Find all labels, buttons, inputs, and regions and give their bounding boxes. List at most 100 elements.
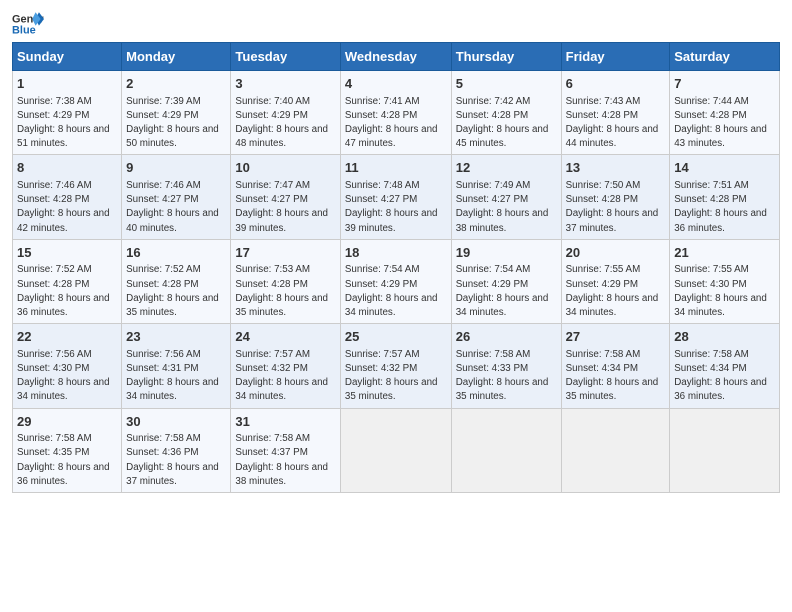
calendar-week-5: 29 Sunrise: 7:58 AMSunset: 4:35 PMDayligh… xyxy=(13,408,780,492)
day-number: 12 xyxy=(456,159,557,177)
day-header-friday: Friday xyxy=(561,43,670,71)
day-info: Sunrise: 7:52 AMSunset: 4:28 PMDaylight:… xyxy=(17,264,110,318)
calendar-cell xyxy=(670,408,780,492)
day-info: Sunrise: 7:51 AMSunset: 4:28 PMDaylight:… xyxy=(674,180,767,234)
calendar-cell: 3Sunrise: 7:40 AMSunset: 4:29 PMDaylight… xyxy=(231,71,340,155)
day-header-wednesday: Wednesday xyxy=(340,43,451,71)
day-number: 3 xyxy=(235,75,335,93)
day-number: 25 xyxy=(345,328,447,346)
day-number: 4 xyxy=(345,75,447,93)
day-info: Sunrise: 7:42 AMSunset: 4:28 PMDaylight:… xyxy=(456,96,549,150)
day-number: 10 xyxy=(235,159,335,177)
day-number: 7 xyxy=(674,75,775,93)
day-info: Sunrise: 7:46 AMSunset: 4:28 PMDaylight:… xyxy=(17,180,110,234)
day-number: 28 xyxy=(674,328,775,346)
day-info: Sunrise: 7:54 AMSunset: 4:29 PMDaylight:… xyxy=(456,264,549,318)
day-number: 21 xyxy=(674,244,775,262)
calendar-cell: 12 Sunrise: 7:49 AMSunset: 4:27 PMDayligh… xyxy=(451,155,561,239)
day-info: Sunrise: 7:58 AMSunset: 4:34 PMDaylight:… xyxy=(674,349,767,403)
calendar-cell: 11 Sunrise: 7:48 AMSunset: 4:27 PMDayligh… xyxy=(340,155,451,239)
day-info: Sunrise: 7:48 AMSunset: 4:27 PMDaylight:… xyxy=(345,180,438,234)
day-info: Sunrise: 7:46 AMSunset: 4:27 PMDaylight:… xyxy=(126,180,219,234)
day-header-monday: Monday xyxy=(122,43,231,71)
calendar-cell: 9Sunrise: 7:46 AMSunset: 4:27 PMDaylight… xyxy=(122,155,231,239)
calendar-cell: 16 Sunrise: 7:52 AMSunset: 4:28 PMDayligh… xyxy=(122,239,231,323)
day-info: Sunrise: 7:58 AMSunset: 4:35 PMDaylight:… xyxy=(17,433,110,487)
calendar-cell: 24 Sunrise: 7:57 AMSunset: 4:32 PMDayligh… xyxy=(231,324,340,408)
day-info: Sunrise: 7:44 AMSunset: 4:28 PMDaylight:… xyxy=(674,96,767,150)
calendar-cell xyxy=(451,408,561,492)
day-number: 31 xyxy=(235,413,335,431)
day-info: Sunrise: 7:55 AMSunset: 4:29 PMDaylight:… xyxy=(566,264,659,318)
calendar-cell: 20 Sunrise: 7:55 AMSunset: 4:29 PMDayligh… xyxy=(561,239,670,323)
day-info: Sunrise: 7:57 AMSunset: 4:32 PMDaylight:… xyxy=(345,349,438,403)
day-number: 18 xyxy=(345,244,447,262)
day-number: 30 xyxy=(126,413,226,431)
calendar-cell: 4Sunrise: 7:41 AMSunset: 4:28 PMDaylight… xyxy=(340,71,451,155)
svg-text:Blue: Blue xyxy=(12,24,36,36)
calendar-cell: 30Sunrise: 7:58 AMSunset: 4:36 PMDayligh… xyxy=(122,408,231,492)
day-number: 24 xyxy=(235,328,335,346)
day-info: Sunrise: 7:56 AMSunset: 4:31 PMDaylight:… xyxy=(126,349,219,403)
calendar-cell: 7 Sunrise: 7:44 AMSunset: 4:28 PMDaylight… xyxy=(670,71,780,155)
day-number: 14 xyxy=(674,159,775,177)
day-info: Sunrise: 7:52 AMSunset: 4:28 PMDaylight:… xyxy=(126,264,219,318)
day-header-thursday: Thursday xyxy=(451,43,561,71)
calendar-cell: 5 Sunrise: 7:42 AMSunset: 4:28 PMDaylight… xyxy=(451,71,561,155)
day-number: 29 xyxy=(17,413,117,431)
day-number: 11 xyxy=(345,159,447,177)
calendar-cell xyxy=(340,408,451,492)
day-number: 5 xyxy=(456,75,557,93)
calendar-week-4: 22Sunrise: 7:56 AMSunset: 4:30 PMDayligh… xyxy=(13,324,780,408)
calendar-cell xyxy=(561,408,670,492)
calendar-cell: 26 Sunrise: 7:58 AMSunset: 4:33 PMDayligh… xyxy=(451,324,561,408)
day-number: 27 xyxy=(566,328,666,346)
calendar-cell: 21Sunrise: 7:55 AMSunset: 4:30 PMDayligh… xyxy=(670,239,780,323)
day-info: Sunrise: 7:58 AMSunset: 4:34 PMDaylight:… xyxy=(566,349,659,403)
calendar-cell: 8Sunrise: 7:46 AMSunset: 4:28 PMDaylight… xyxy=(13,155,122,239)
logo-icon: General Blue xyxy=(12,10,44,38)
day-number: 17 xyxy=(235,244,335,262)
day-info: Sunrise: 7:57 AMSunset: 4:32 PMDaylight:… xyxy=(235,349,328,403)
calendar-body: 1 Sunrise: 7:38 AMSunset: 4:29 PMDaylight… xyxy=(13,71,780,493)
calendar-cell: 1 Sunrise: 7:38 AMSunset: 4:29 PMDaylight… xyxy=(13,71,122,155)
calendar-week-3: 15 Sunrise: 7:52 AMSunset: 4:28 PMDayligh… xyxy=(13,239,780,323)
day-number: 23 xyxy=(126,328,226,346)
day-number: 19 xyxy=(456,244,557,262)
day-number: 20 xyxy=(566,244,666,262)
calendar-cell: 29 Sunrise: 7:58 AMSunset: 4:35 PMDayligh… xyxy=(13,408,122,492)
day-info: Sunrise: 7:58 AMSunset: 4:37 PMDaylight:… xyxy=(235,433,328,487)
calendar-cell: 27 Sunrise: 7:58 AMSunset: 4:34 PMDayligh… xyxy=(561,324,670,408)
calendar-cell: 10 Sunrise: 7:47 AMSunset: 4:27 PMDayligh… xyxy=(231,155,340,239)
logo: General Blue xyxy=(12,10,44,38)
day-number: 26 xyxy=(456,328,557,346)
day-number: 16 xyxy=(126,244,226,262)
day-number: 22 xyxy=(17,328,117,346)
day-info: Sunrise: 7:53 AMSunset: 4:28 PMDaylight:… xyxy=(235,264,328,318)
day-header-saturday: Saturday xyxy=(670,43,780,71)
calendar-cell: 31 Sunrise: 7:58 AMSunset: 4:37 PMDayligh… xyxy=(231,408,340,492)
day-number: 15 xyxy=(17,244,117,262)
calendar-cell: 13Sunrise: 7:50 AMSunset: 4:28 PMDayligh… xyxy=(561,155,670,239)
day-number: 6 xyxy=(566,75,666,93)
calendar-table: SundayMondayTuesdayWednesdayThursdayFrid… xyxy=(12,42,780,493)
calendar-header: SundayMondayTuesdayWednesdayThursdayFrid… xyxy=(13,43,780,71)
day-header-sunday: Sunday xyxy=(13,43,122,71)
day-number: 2 xyxy=(126,75,226,93)
calendar-cell: 23 Sunrise: 7:56 AMSunset: 4:31 PMDayligh… xyxy=(122,324,231,408)
day-info: Sunrise: 7:50 AMSunset: 4:28 PMDaylight:… xyxy=(566,180,659,234)
day-info: Sunrise: 7:47 AMSunset: 4:27 PMDaylight:… xyxy=(235,180,328,234)
day-info: Sunrise: 7:38 AMSunset: 4:29 PMDaylight:… xyxy=(17,96,110,150)
day-info: Sunrise: 7:54 AMSunset: 4:29 PMDaylight:… xyxy=(345,264,438,318)
day-header-tuesday: Tuesday xyxy=(231,43,340,71)
day-info: Sunrise: 7:49 AMSunset: 4:27 PMDaylight:… xyxy=(456,180,549,234)
calendar-cell: 17 Sunrise: 7:53 AMSunset: 4:28 PMDayligh… xyxy=(231,239,340,323)
day-info: Sunrise: 7:58 AMSunset: 4:33 PMDaylight:… xyxy=(456,349,549,403)
calendar-cell: 6Sunrise: 7:43 AMSunset: 4:28 PMDaylight… xyxy=(561,71,670,155)
day-number: 1 xyxy=(17,75,117,93)
calendar-cell: 22Sunrise: 7:56 AMSunset: 4:30 PMDayligh… xyxy=(13,324,122,408)
calendar-cell: 15 Sunrise: 7:52 AMSunset: 4:28 PMDayligh… xyxy=(13,239,122,323)
calendar-cell: 14 Sunrise: 7:51 AMSunset: 4:28 PMDayligh… xyxy=(670,155,780,239)
calendar-cell: 19 Sunrise: 7:54 AMSunset: 4:29 PMDayligh… xyxy=(451,239,561,323)
calendar-cell: 2Sunrise: 7:39 AMSunset: 4:29 PMDaylight… xyxy=(122,71,231,155)
